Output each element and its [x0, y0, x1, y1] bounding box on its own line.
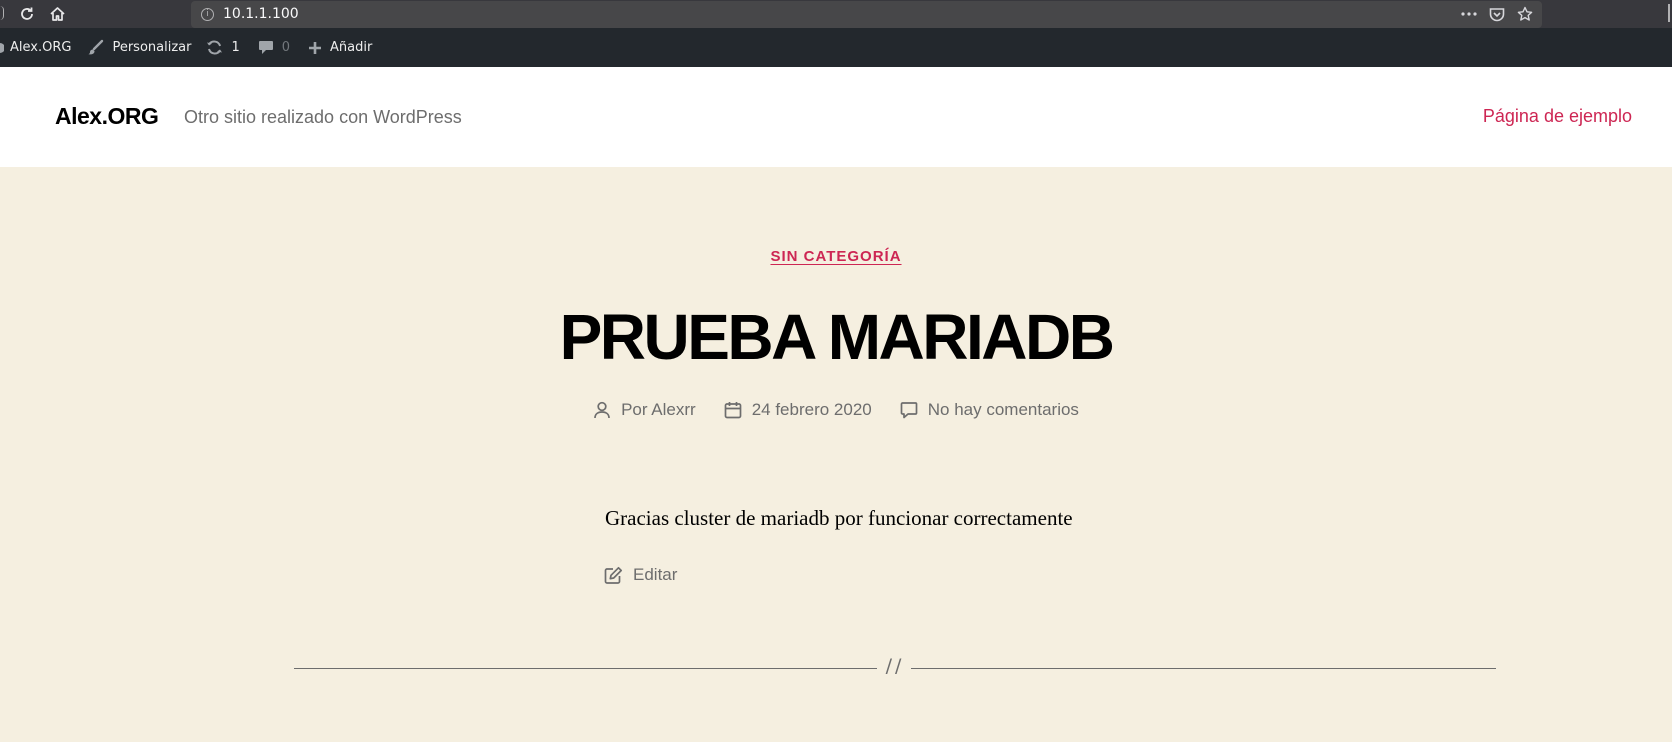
admin-comments[interactable]: 0 — [258, 28, 290, 67]
post-separator: // — [294, 655, 1496, 678]
edit-post-label[interactable]: Editar — [633, 565, 677, 585]
home-icon[interactable] — [46, 3, 68, 25]
separator-line-right — [911, 668, 1496, 669]
post-date: 24 febrero 2020 — [724, 400, 872, 420]
updates-icon — [206, 40, 223, 55]
comment-icon — [900, 401, 918, 419]
info-icon[interactable]: i — [201, 8, 214, 21]
site-description: Otro sitio realizado con WordPress — [184, 107, 462, 127]
plus-icon — [308, 41, 322, 55]
dashboard-icon — [0, 42, 4, 53]
edit-icon — [604, 566, 623, 585]
url-text[interactable]: 10.1.1.100 — [223, 6, 299, 22]
admin-customize[interactable]: Personalizar — [87, 28, 191, 67]
bookmark-star-icon[interactable] — [1516, 5, 1534, 23]
post-title: PRUEBA MARIADB — [559, 301, 1115, 373]
post-meta: Por Alexrr 24 febrero 2020 No hay coment… — [0, 400, 1672, 420]
tab-edge — [0, 6, 4, 20]
browser-toolbar: i 10.1.1.100 — [0, 0, 1672, 28]
separator-line-left — [294, 668, 877, 669]
window-edge — [1668, 4, 1672, 22]
reload-icon[interactable] — [16, 3, 38, 25]
admin-updates[interactable]: 1 — [206, 28, 240, 67]
post-content: Gracias cluster de mariadb por funcionar… — [605, 506, 1073, 530]
nav-link-sample-page[interactable]: Página de ejemplo — [1483, 106, 1632, 127]
category-link[interactable]: SIN CATEGORÍA — [770, 248, 901, 265]
admin-customize-label: Personalizar — [112, 40, 192, 55]
site-header: Alex.ORG Otro sitio realizado con WordPr… — [0, 67, 1672, 167]
more-icon[interactable] — [1460, 5, 1478, 23]
updates-count: 1 — [231, 40, 240, 55]
address-bar[interactable]: i 10.1.1.100 — [191, 1, 1542, 28]
pocket-icon[interactable] — [1488, 5, 1506, 23]
post-comments: No hay comentarios — [900, 400, 1079, 420]
admin-site-name-label: Alex.ORG — [10, 40, 72, 55]
separator-mark: // — [885, 655, 905, 677]
wp-admin-bar: Alex.ORG Personalizar 1 0 Añadir — [0, 28, 1672, 67]
admin-add-new-label: Añadir — [330, 40, 373, 55]
site-title[interactable]: Alex.ORG — [55, 103, 159, 130]
post-comments-link[interactable]: No hay comentarios — [928, 400, 1079, 420]
post-date-link[interactable]: 24 febrero 2020 — [752, 400, 872, 420]
admin-site-name[interactable]: Alex.ORG — [0, 28, 71, 67]
comment-bubble-icon — [258, 40, 274, 55]
post-author: Por Alexrr — [593, 400, 696, 420]
calendar-icon — [724, 401, 742, 419]
admin-add-new[interactable]: Añadir — [308, 28, 372, 67]
post-author-link[interactable]: Por Alexrr — [621, 400, 696, 420]
edit-post-link[interactable]: Editar — [604, 565, 677, 585]
user-icon — [593, 401, 611, 419]
post-category: SIN CATEGORÍA — [0, 248, 1672, 266]
brush-icon — [87, 39, 104, 56]
comments-count: 0 — [281, 40, 291, 55]
